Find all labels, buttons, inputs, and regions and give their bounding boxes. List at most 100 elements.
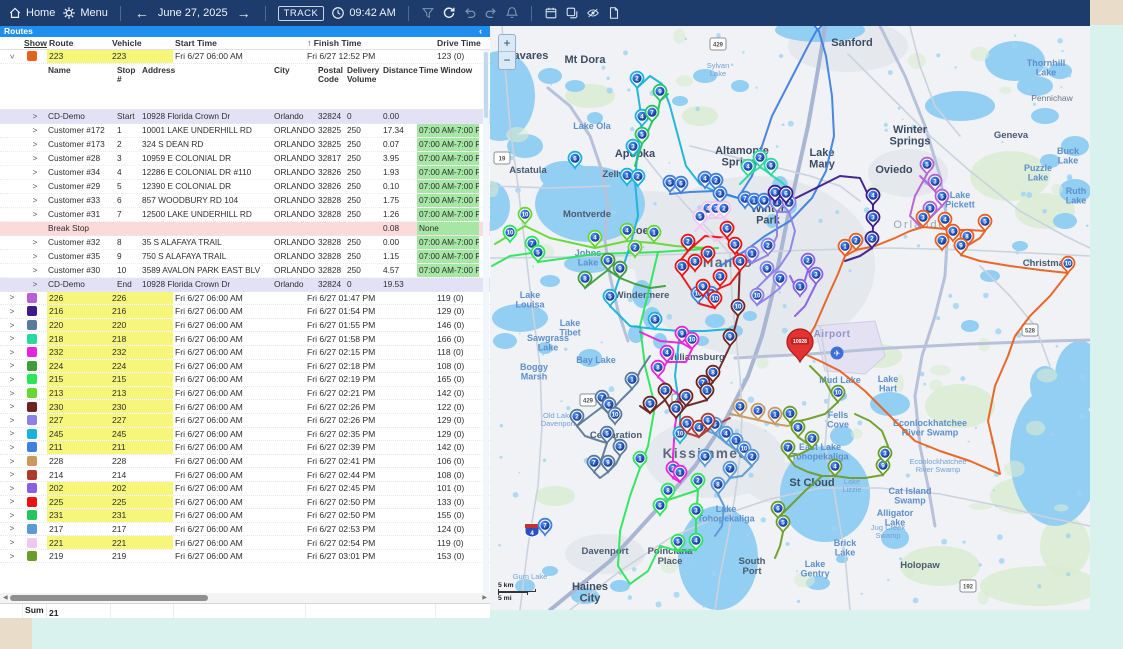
expand-route-icon[interactable]: >	[0, 468, 22, 481]
route-row[interactable]: >245245Fri 6/27 06:00 AMFri 6/27 02:35 P…	[0, 428, 490, 442]
route-row[interactable]: >224224Fri 6/27 06:00 AMFri 6/27 02:18 P…	[0, 360, 490, 374]
menu-button[interactable]: Menu	[62, 6, 108, 20]
finish-time-column-header[interactable]: ↑ Finish Time	[305, 38, 435, 48]
stop-row[interactable]: >Customer #30103589 AVALON PARK EAST BLV…	[0, 264, 490, 278]
expand-route-icon[interactable]: >	[0, 455, 22, 468]
expand-stop-icon[interactable]: >	[22, 180, 46, 193]
layers-icon[interactable]	[565, 6, 579, 20]
stop-row[interactable]: >Customer #34412286 E COLONIAL DR #110OR…	[0, 166, 490, 180]
route-visibility-checkbox[interactable]	[22, 496, 47, 509]
expand-route-icon[interactable]: >	[0, 536, 22, 549]
expand-route-icon[interactable]: >	[0, 523, 22, 536]
expand-route-icon[interactable]: >	[0, 373, 22, 386]
route-visibility-checkbox[interactable]	[22, 455, 47, 468]
stop-row[interactable]: >Customer #31712500 LAKE UNDERHILL RDORL…	[0, 208, 490, 222]
expand-stop-icon[interactable]: >	[22, 236, 46, 249]
expand-stop-icon[interactable]: >	[22, 138, 46, 151]
date-back-button[interactable]: ←	[133, 5, 151, 21]
route-visibility-checkbox[interactable]	[22, 387, 47, 400]
route-visibility-checkbox[interactable]	[22, 360, 47, 373]
expand-route-icon[interactable]: >	[0, 482, 22, 495]
expand-stop-icon[interactable]: >	[22, 194, 46, 207]
expand-route-icon[interactable]: >	[0, 414, 22, 427]
route-row[interactable]: >218218Fri 6/27 06:00 AMFri 6/27 01:58 P…	[0, 332, 490, 346]
stop-row[interactable]: >CD-DemoEnd10928 Florida Crown DrOrlando…	[0, 278, 490, 292]
route-visibility-checkbox[interactable]	[22, 441, 47, 454]
expand-route-icon[interactable]: >	[0, 509, 22, 522]
route-visibility-checkbox[interactable]	[22, 536, 47, 549]
stop-row[interactable]: >Customer #29512390 E COLONIAL DRORLANDO…	[0, 180, 490, 194]
route-row[interactable]: >226226Fri 6/27 06:00 AMFri 6/27 01:47 P…	[0, 292, 490, 306]
route-visibility-checkbox[interactable]	[22, 319, 47, 332]
vehicle-column-header[interactable]: Vehicle	[110, 38, 173, 48]
expand-route-icon[interactable]: >	[0, 360, 22, 373]
route-visibility-checkbox[interactable]	[22, 50, 47, 63]
route-visibility-checkbox[interactable]	[22, 428, 47, 441]
start-time-column-header[interactable]: Start Time	[173, 38, 305, 48]
route-row[interactable]: >213213Fri 6/27 06:00 AMFri 6/27 02:21 P…	[0, 387, 490, 401]
scrollbar-thumb[interactable]	[10, 595, 208, 601]
expand-route-icon[interactable]: >	[0, 305, 22, 318]
stop-row[interactable]: >Customer #32835 S ALAFAYA TRAILORLANDO3…	[0, 236, 490, 250]
expand-stop-icon[interactable]: >	[22, 152, 46, 165]
drive-time-column-header[interactable]: Drive Time	[435, 38, 490, 48]
time-display[interactable]: 09:42 AM	[331, 6, 395, 20]
track-button[interactable]: TRACK	[278, 6, 325, 21]
route-row[interactable]: >227227Fri 6/27 06:00 AMFri 6/27 02:26 P…	[0, 414, 490, 428]
route-visibility-checkbox[interactable]	[22, 523, 47, 536]
horizontal-scrollbar[interactable]: ◀ ▶	[0, 593, 490, 603]
route-row[interactable]: >228228Fri 6/27 06:00 AMFri 6/27 02:41 P…	[0, 455, 490, 469]
route-row[interactable]: >232232Fri 6/27 06:00 AMFri 6/27 02:15 P…	[0, 346, 490, 360]
route-visibility-checkbox[interactable]	[22, 292, 47, 305]
route-visibility-checkbox[interactable]	[22, 482, 47, 495]
route-column-header[interactable]: Route	[47, 38, 110, 48]
redo-icon[interactable]	[484, 6, 498, 20]
stop-row[interactable]: >Customer #1732324 S DEAN RDORLANDO32825…	[0, 138, 490, 152]
scroll-left-arrow[interactable]: ◀	[3, 594, 8, 601]
expand-stop-icon[interactable]: >	[22, 124, 46, 137]
stop-row[interactable]: >CD-DemoStart10928 Florida Crown DrOrlan…	[0, 110, 490, 124]
expand-stop-icon[interactable]: >	[22, 264, 46, 277]
route-visibility-checkbox[interactable]	[22, 332, 47, 345]
expand-route-icon[interactable]: >	[0, 441, 22, 454]
route-visibility-checkbox[interactable]	[22, 400, 47, 413]
route-visibility-checkbox[interactable]	[22, 468, 47, 481]
route-row[interactable]: >217217Fri 6/27 06:00 AMFri 6/27 02:53 P…	[0, 523, 490, 537]
zoom-in-button[interactable]: +	[499, 35, 515, 52]
route-row[interactable]: >215215Fri 6/27 06:00 AMFri 6/27 02:19 P…	[0, 373, 490, 387]
expand-route-icon[interactable]: >	[0, 332, 22, 345]
date-label[interactable]: June 27, 2025	[158, 7, 228, 19]
expand-stop-icon[interactable]: >	[22, 250, 46, 263]
route-visibility-checkbox[interactable]	[22, 305, 47, 318]
expand-route-icon[interactable]: >	[0, 50, 22, 63]
show-column-header[interactable]: Show	[22, 38, 47, 48]
route-row[interactable]: >225225Fri 6/27 06:00 AMFri 6/27 02:50 P…	[0, 496, 490, 510]
route-visibility-checkbox[interactable]	[22, 373, 47, 386]
filter-icon[interactable]	[421, 6, 435, 20]
route-row[interactable]: >223223Fri 6/27 06:00 AMFri 6/27 12:52 P…	[0, 50, 490, 64]
map-zoom-control[interactable]: + −	[498, 34, 516, 70]
expand-route-icon[interactable]: >	[0, 550, 22, 563]
stop-row[interactable]: >Customer #28310959 E COLONIAL DRORLANDO…	[0, 152, 490, 166]
expand-route-icon[interactable]: >	[0, 428, 22, 441]
route-row[interactable]: >220220Fri 6/27 06:00 AMFri 6/27 01:55 P…	[0, 319, 490, 333]
map-canvas[interactable]: 429194192528429417TavaresMt DoraSanfordT…	[490, 26, 1090, 610]
expand-route-icon[interactable]: >	[0, 387, 22, 400]
stop-row[interactable]: >Customer #336857 WOODBURY RD 104ORLANDO…	[0, 194, 490, 208]
expand-route-icon[interactable]: >	[0, 292, 22, 305]
expand-route-icon[interactable]: >	[0, 346, 22, 359]
route-visibility-checkbox[interactable]	[22, 346, 47, 359]
refresh-icon[interactable]	[442, 6, 456, 20]
document-icon[interactable]	[607, 6, 621, 20]
vertical-scrollbar[interactable]	[483, 50, 489, 593]
stop-row[interactable]: >Customer #172110001 LAKE UNDERHILL RDOR…	[0, 124, 490, 138]
expand-route-icon[interactable]: >	[0, 400, 22, 413]
route-row[interactable]: >231231Fri 6/27 06:00 AMFri 6/27 02:50 P…	[0, 509, 490, 523]
expand-stop-icon[interactable]: >	[22, 166, 46, 179]
routes-panel-header[interactable]: Routes ‹	[0, 26, 490, 37]
route-row[interactable]: >211211Fri 6/27 06:00 AMFri 6/27 02:39 P…	[0, 441, 490, 455]
calendar-icon[interactable]	[544, 6, 558, 20]
collapse-panel-icon[interactable]: ‹	[479, 26, 482, 36]
route-row[interactable]: >219219Fri 6/27 06:00 AMFri 6/27 03:01 P…	[0, 550, 490, 564]
route-row[interactable]: >230230Fri 6/27 06:00 AMFri 6/27 02:26 P…	[0, 400, 490, 414]
